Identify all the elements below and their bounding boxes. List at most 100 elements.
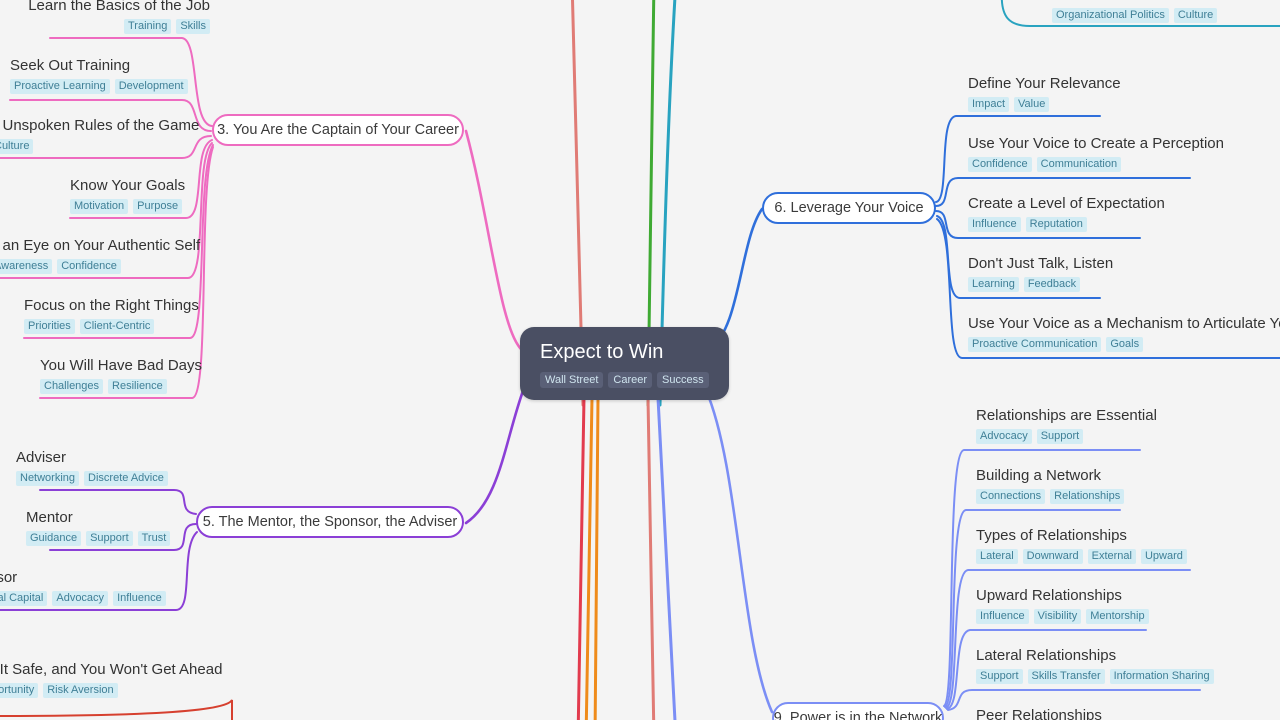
leaf-tag: Visibility [1033,609,1082,624]
leaf-tag: Influence [976,609,1029,624]
leaf-tag: Influence [968,217,1021,232]
leaf-node[interactable]: o an Eye on Your Authentic Self Awarenes… [0,236,210,274]
leaf-node[interactable]: Don't Just Talk, Listen Learning Feedbac… [968,254,1268,292]
leaf-tags: Training Skills [26,19,210,34]
leaf-tags: Confidence Communication [968,157,1278,172]
leaf-node[interactable]: Mentor Guidance Support Trust [26,508,186,546]
leaf-tag: Advocacy [52,591,109,606]
leaf-title: Lateral Relationships [976,647,1117,664]
leaf-node[interactable]: Building a Network Connections Relations… [976,466,1236,504]
leaf-tag: Guidance [26,531,82,546]
leaf-node[interactable]: Upward Relationships Influence Visibilit… [976,586,1246,624]
leaf-tags: portunity Risk Aversion [0,683,228,698]
leaf-tag: Value [1014,97,1050,112]
leaf-tag: Skills Transfer [1027,669,1105,684]
leaf-tag: Organizational Politics [1052,8,1169,23]
leaf-tag: Challenges [40,379,104,394]
leaf-title: Create a Level of Expectation [968,195,1165,212]
leaf-title: o an Eye on Your Authentic Self [0,237,201,254]
leaf-node[interactable]: Types of Relationships Lateral Downward … [976,526,1256,564]
leaf-node[interactable]: Know Your Goals Motivation Purpose [70,176,210,214]
leaf-tag: Support [1036,429,1084,444]
leaf-node[interactable]: Seek Out Training Proactive Learning Dev… [10,56,210,94]
leaf-tags: Proactive Communication Goals [968,337,1280,352]
leaf-tag: Client-Centric [79,319,155,334]
branch-node-network[interactable]: 9. Power is in the Network [772,702,944,720]
branch-node-voice[interactable]: 6. Leverage Your Voice [762,192,936,224]
leaf-tags: Influence Reputation [968,217,1268,232]
leaf-tag: Mentorship [1086,609,1149,624]
leaf-tag: Support [86,531,133,546]
leaf-tag: portunity [0,683,39,698]
leaf-node[interactable]: Create a Level of Expectation Influence … [968,194,1268,232]
central-node[interactable]: Expect to Win Wall Street Career Success [520,327,729,400]
leaf-tag: Impact [968,97,1010,112]
leaf-title: Peer Relationships [976,707,1102,720]
leaf-tag: Skills [176,19,210,34]
leaf-tag: Learning [968,277,1019,292]
leaf-tag: Communication [1036,157,1122,172]
leaf-node[interactable]: nsor cal Capital Advocacy Influence [0,568,188,606]
leaf-node-offscreen-playsafe[interactable]: y It Safe, and You Won't Get Ahead portu… [0,660,228,698]
leaf-tags: Priorities Client-Centric [24,319,210,334]
leaf-tag: Proactive Learning [10,79,110,94]
leaf-tags: cal Capital Advocacy Influence [0,591,188,606]
leaf-title: e Unspoken Rules of the Game [0,117,200,134]
leaf-tag: Culture [0,139,34,154]
leaf-title: Don't Just Talk, Listen [968,255,1114,272]
leaf-tag: Information Sharing [1109,669,1214,684]
branch-node-captain[interactable]: 3. You Are the Captain of Your Career [212,114,464,146]
leaf-node[interactable]: You Will Have Bad Days Challenges Resili… [40,356,210,394]
leaf-tag: Purpose [133,199,183,214]
central-tag: Success [657,372,709,388]
mindmap-canvas: Expect to Win Wall Street Career Success… [0,0,1280,720]
leaf-tag: Awareness [0,259,53,274]
leaf-tags: Connections Relationships [976,489,1236,504]
leaf-title: Know Your Goals [70,177,186,194]
leaf-node[interactable]: Peer Relationships [976,706,1216,720]
leaf-title: y It Safe, and You Won't Get Ahead [0,661,223,678]
branch-label: 3. You Are the Captain of Your Career [217,122,459,138]
leaf-title: You Will Have Bad Days [40,357,203,374]
leaf-tag: Discrete Advice [84,471,168,486]
leaf-node[interactable]: Define Your Relevance Impact Value [968,74,1268,112]
leaf-node[interactable]: Relationships are Essential Advocacy Sup… [976,406,1236,444]
leaf-tag: External [1087,549,1136,564]
leaf-tag: Feedback [1023,277,1081,292]
leaf-tag: Confidence [968,157,1032,172]
leaf-node[interactable]: Adviser Networking Discrete Advice [16,448,186,486]
central-tag: Career [608,372,653,388]
leaf-tag: Influence [113,591,166,606]
leaf-tags: Awareness Confidence [0,259,210,274]
leaf-title: Define Your Relevance [968,75,1121,92]
leaf-title: Adviser [16,449,67,466]
leaf-tags: Advocacy Support [976,429,1236,444]
leaf-node[interactable]: Lateral Relationships Support Skills Tra… [976,646,1276,684]
leaf-node[interactable]: e Unspoken Rules of the Game Culture [0,116,210,154]
leaf-tags: Networking Discrete Advice [16,471,186,486]
branch-node-mentor[interactable]: 5. The Mentor, the Sponsor, the Adviser [196,506,464,538]
leaf-tag: Priorities [24,319,75,334]
leaf-node[interactable]: Learn the Basics of the Job Training Ski… [26,0,210,34]
leaf-tags: Guidance Support Trust [26,531,186,546]
leaf-node[interactable]: Use Your Voice to Create a Perception Co… [968,134,1278,172]
leaf-title: Learn the Basics of the Job [28,0,210,14]
leaf-tags: Support Skills Transfer Information Shar… [976,669,1276,684]
leaf-tag: Connections [976,489,1046,504]
leaf-node[interactable]: Focus on the Right Things Priorities Cli… [24,296,210,334]
leaf-tags: Challenges Resilience [40,379,210,394]
leaf-title: Use Your Voice to Create a Perception [968,135,1224,152]
leaf-tags: Motivation Purpose [70,199,210,214]
central-tag: Wall Street [540,372,604,388]
leaf-tag: Networking [16,471,80,486]
branch-label: 5. The Mentor, the Sponsor, the Adviser [202,514,458,530]
leaf-title: Seek Out Training [10,57,131,74]
branch-label: 6. Leverage Your Voice [774,200,924,216]
leaf-tags: Impact Value [968,97,1268,112]
leaf-title: Types of Relationships [976,527,1127,544]
leaf-title: Relationships are Essential [976,407,1157,424]
leaf-tag: Lateral [976,549,1018,564]
leaf-title: Use Your Voice as a Mechanism to Articul… [968,315,1280,332]
leaf-node-offscreen-politics[interactable]: Organizational Politics Culture [1052,5,1272,23]
leaf-node[interactable]: Use Your Voice as a Mechanism to Articul… [968,314,1280,352]
